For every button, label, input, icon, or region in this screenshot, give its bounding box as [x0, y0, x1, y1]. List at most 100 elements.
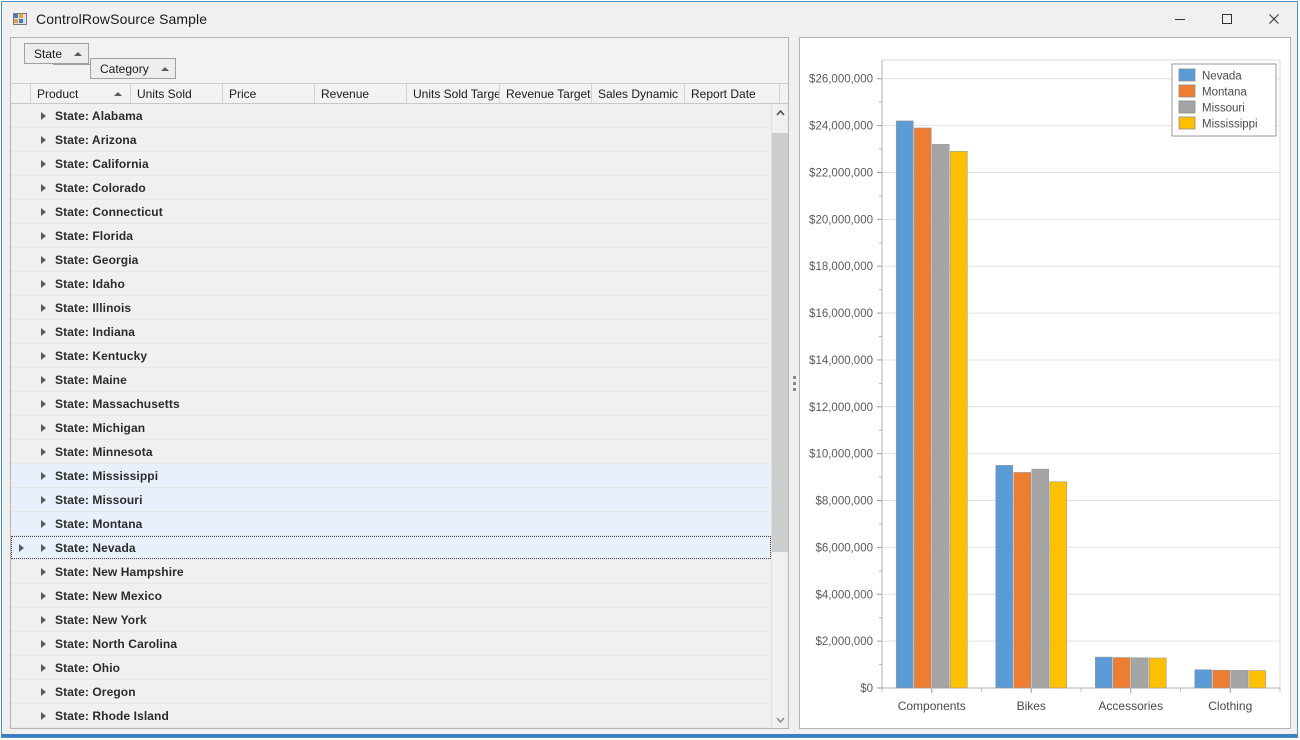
table-row[interactable]: State: Rhode Island	[11, 704, 771, 728]
group-expand-button[interactable]	[31, 471, 55, 480]
table-row[interactable]: State: Michigan	[11, 416, 771, 440]
table-row[interactable]: State: Ohio	[11, 656, 771, 680]
bar-nevada-clothing[interactable]	[1194, 669, 1213, 689]
grid-vertical-scrollbar[interactable]	[771, 104, 788, 728]
scroll-up-button[interactable]	[772, 104, 788, 121]
sort-ascending-icon[interactable]	[160, 66, 169, 71]
table-row[interactable]: State: Florida	[11, 224, 771, 248]
table-row[interactable]: State: Oregon	[11, 680, 771, 704]
group-expand-button[interactable]	[31, 567, 55, 576]
table-row[interactable]: State: Missouri	[11, 488, 771, 512]
column-header-revenue-target[interactable]: Revenue Target	[500, 84, 592, 103]
group-expand-button[interactable]	[31, 207, 55, 216]
group-expand-button[interactable]	[31, 543, 55, 552]
table-row[interactable]: State: New York	[11, 608, 771, 632]
table-row[interactable]: State: Nevada	[11, 536, 771, 560]
group-expand-button[interactable]	[31, 591, 55, 600]
minimize-button[interactable]	[1156, 2, 1203, 35]
table-row[interactable]: State: Illinois	[11, 296, 771, 320]
y-axis-tick-label: $24,000,000	[809, 121, 873, 133]
column-header-units-sold-target[interactable]: Units Sold Target	[407, 84, 500, 103]
table-row[interactable]: State: Idaho	[11, 272, 771, 296]
bar-mississippi-clothing[interactable]	[1248, 670, 1267, 689]
group-expand-button[interactable]	[31, 399, 55, 408]
bar-montana-components[interactable]	[913, 127, 932, 689]
group-by-panel[interactable]: State Category	[11, 38, 788, 84]
bar-mississippi-accessories[interactable]	[1148, 657, 1167, 689]
group-expand-button[interactable]	[31, 159, 55, 168]
close-button[interactable]	[1250, 2, 1297, 35]
table-row[interactable]: State: New Hampshire	[11, 560, 771, 584]
group-expand-button[interactable]	[31, 279, 55, 288]
group-expand-button[interactable]	[31, 495, 55, 504]
group-expand-button[interactable]	[31, 423, 55, 432]
table-row[interactable]: State: Georgia	[11, 248, 771, 272]
table-row[interactable]: State: New Mexico	[11, 584, 771, 608]
bar-chart[interactable]: $0 $2,000,000 $4,000,000 $6,000,000 $8,000,0…	[800, 38, 1290, 728]
group-row-label: State: Idaho	[55, 276, 125, 291]
bar-mississippi-bikes[interactable]	[1049, 481, 1068, 689]
table-row[interactable]: State: Alabama	[11, 104, 771, 128]
group-expand-button[interactable]	[31, 639, 55, 648]
bar-missouri-clothing[interactable]	[1230, 670, 1249, 689]
column-header-report-date[interactable]: Report Date	[685, 84, 780, 103]
bar-nevada-accessories[interactable]	[1094, 656, 1113, 689]
group-expand-button[interactable]	[31, 447, 55, 456]
chevron-right-icon	[40, 687, 46, 696]
legend-swatch-missouri[interactable]	[1178, 100, 1196, 114]
bar-missouri-bikes[interactable]	[1031, 468, 1050, 689]
scrollbar-thumb[interactable]	[772, 132, 788, 552]
group-expand-button[interactable]	[31, 615, 55, 624]
column-header-units-sold[interactable]: Units Sold	[131, 84, 223, 103]
group-expand-button[interactable]	[31, 135, 55, 144]
table-row[interactable]: State: California	[11, 152, 771, 176]
group-expand-button[interactable]	[31, 519, 55, 528]
column-header-revenue[interactable]: Revenue	[315, 84, 407, 103]
group-expand-button[interactable]	[31, 183, 55, 192]
group-expand-button[interactable]	[31, 231, 55, 240]
bar-mississippi-components[interactable]	[949, 151, 968, 689]
table-row[interactable]: State: Mississippi	[11, 464, 771, 488]
table-row[interactable]: State: North Carolina	[11, 632, 771, 656]
bar-nevada-bikes[interactable]	[995, 465, 1014, 689]
bar-missouri-accessories[interactable]	[1130, 657, 1149, 689]
legend-swatch-nevada[interactable]	[1178, 68, 1196, 82]
bar-montana-accessories[interactable]	[1112, 657, 1131, 689]
bar-missouri-components[interactable]	[931, 144, 950, 689]
table-row[interactable]: State: Kentucky	[11, 344, 771, 368]
maximize-button[interactable]	[1203, 2, 1250, 35]
table-row[interactable]: State: Arizona	[11, 128, 771, 152]
table-row[interactable]: State: Maine	[11, 368, 771, 392]
group-chip-state[interactable]: State	[24, 43, 90, 64]
group-expand-button[interactable]	[31, 255, 55, 264]
group-expand-button[interactable]	[31, 303, 55, 312]
scroll-down-button[interactable]	[772, 711, 788, 728]
window-title: ControlRowSource Sample	[36, 11, 208, 27]
bar-montana-bikes[interactable]	[1013, 472, 1032, 689]
table-row[interactable]: State: Minnesota	[11, 440, 771, 464]
group-expand-button[interactable]	[31, 663, 55, 672]
bar-montana-clothing[interactable]	[1212, 669, 1231, 689]
column-header-product[interactable]: Product	[31, 84, 131, 103]
chevron-right-icon	[40, 111, 46, 120]
group-chip-category[interactable]: Category	[90, 58, 176, 79]
group-expand-button[interactable]	[31, 687, 55, 696]
legend-swatch-mississippi[interactable]	[1178, 116, 1196, 130]
bar-nevada-components[interactable]	[895, 120, 914, 689]
table-row[interactable]: State: Connecticut	[11, 200, 771, 224]
legend-swatch-montana[interactable]	[1178, 84, 1196, 98]
y-axis-tick-label: $8,000,000	[815, 496, 873, 508]
table-row[interactable]: State: Indiana	[11, 320, 771, 344]
table-row[interactable]: State: Massachusetts	[11, 392, 771, 416]
group-expand-button[interactable]	[31, 111, 55, 120]
table-row[interactable]: State: Colorado	[11, 176, 771, 200]
column-header-price[interactable]: Price	[223, 84, 315, 103]
chevron-right-icon	[40, 327, 46, 336]
sort-ascending-icon[interactable]	[74, 51, 83, 56]
column-header-sales-dynamic[interactable]: Sales Dynamic	[592, 84, 685, 103]
group-expand-button[interactable]	[31, 327, 55, 336]
table-row[interactable]: State: Montana	[11, 512, 771, 536]
group-expand-button[interactable]	[31, 375, 55, 384]
group-expand-button[interactable]	[31, 351, 55, 360]
group-expand-button[interactable]	[31, 711, 55, 720]
